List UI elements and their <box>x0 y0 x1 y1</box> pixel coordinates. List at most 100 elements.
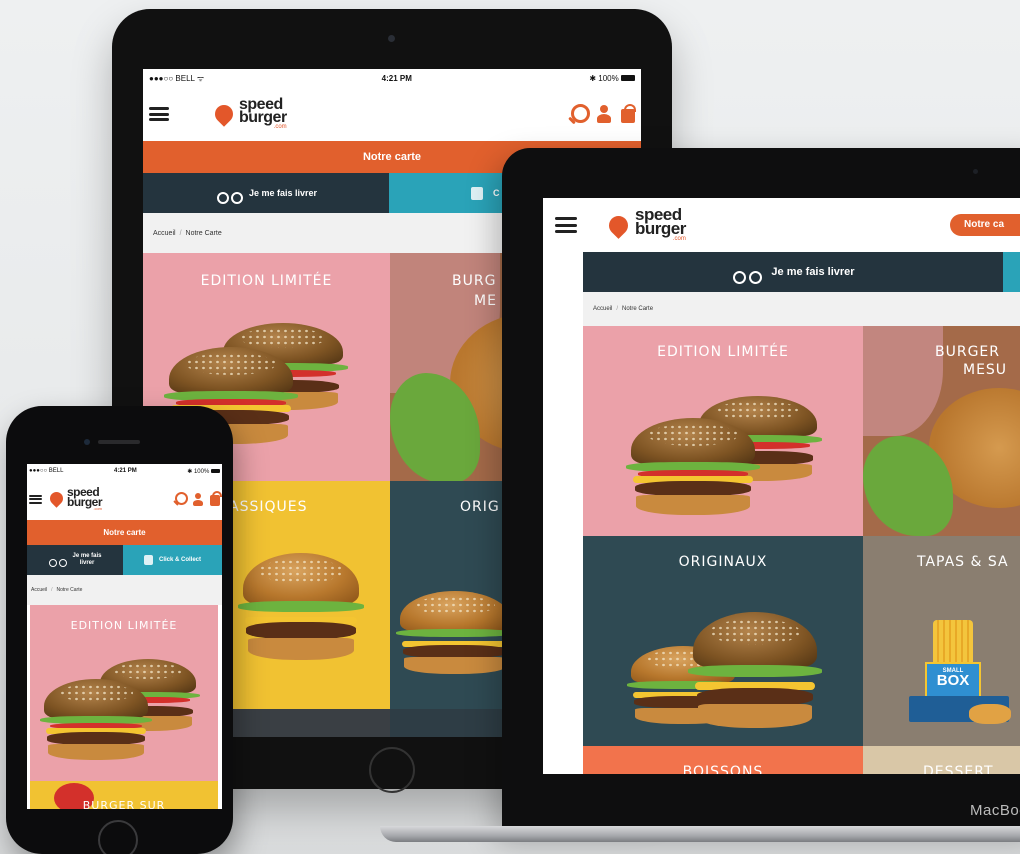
burger-image <box>238 553 364 663</box>
mac-collect-button[interactable] <box>1003 252 1020 292</box>
ipad-camera <box>388 35 395 42</box>
search-icon[interactable]: #ipad .search-ic::before{left:4px;top:0;… <box>567 104 590 124</box>
scooter-icon: #ipad .scooter-ic::before{left:2px;top:6… <box>215 186 243 204</box>
macbook-screen: speed burger .com Notre ca #mac .scooter… <box>543 198 1020 774</box>
mac-delivery-label: Je me fais livrer <box>771 266 855 278</box>
iphone-device: ●●●○○ BELL 4:21 PM ✱ 100% speed burger .… <box>6 406 233 854</box>
mac-menu-icon[interactable] <box>555 217 577 233</box>
tile-title: EDITION LIMITÉE <box>657 344 789 360</box>
ipad-time: 4:21 PM <box>381 73 412 83</box>
iphone-screen: ●●●○○ BELL 4:21 PM ✱ 100% speed burger .… <box>27 464 222 809</box>
iphone-delivery-row: #iphone .scooter-ic::before{left:1px;top… <box>27 545 222 575</box>
ipad-battery: ✱ 100% <box>589 74 635 83</box>
iphone-battery: 100% <box>193 468 210 475</box>
logo-suffix: .com <box>93 506 103 512</box>
tile-title: BOISSONS <box>682 764 764 774</box>
burger-image <box>395 591 515 677</box>
tile-burger-sur-mesure[interactable]: BURGER SUR <box>30 781 218 809</box>
iphone-category-grid: EDITION LIMITÉE BURGER SUR <box>30 605 222 809</box>
tile-originaux[interactable]: ORIGINAUX <box>583 536 863 746</box>
logo-line2: burger <box>239 109 287 127</box>
tile-title: BURGER SUR <box>82 799 166 809</box>
ipad-logo[interactable]: speed burger .com <box>211 97 287 131</box>
tile-tapas-salades[interactable]: TAPAS & SA SMALL BOX <box>863 536 1020 746</box>
burger-image <box>39 679 153 763</box>
breadcrumb-home[interactable]: Accueil <box>153 230 176 237</box>
tile-edition-limitee[interactable]: EDITION LIMITÉE <box>583 326 863 536</box>
tile-edition-limitee[interactable]: EDITION LIMITÉE <box>30 605 218 781</box>
logo-suffix: .com <box>273 124 287 131</box>
macbook-device: speed burger .com Notre ca #mac .scooter… <box>502 148 1020 831</box>
macbook-lid: speed burger .com Notre ca #mac .scooter… <box>502 148 1020 831</box>
iphone-delivery-button[interactable]: #iphone .scooter-ic::before{left:1px;top… <box>27 545 123 575</box>
tile-title: ORIGINAUX <box>678 554 768 570</box>
tile-title: ASSIQUES <box>229 499 308 515</box>
ipad-collect-label: C <box>493 188 500 198</box>
user-icon[interactable] <box>597 105 611 123</box>
iphone-camera <box>84 439 90 445</box>
tile-title: BURGER <box>935 344 1001 360</box>
mac-delivery-row: #mac .scooter-ic::before{left:2px;top:7p… <box>583 252 1020 292</box>
logo-pin-icon <box>605 211 632 239</box>
iphone-collect-label: Click & Collect <box>158 557 201 563</box>
logo-suffix: .com <box>672 235 686 242</box>
ipad-menu-icon[interactable] <box>149 107 169 121</box>
iphone-collect-button[interactable]: Click & Collect <box>123 545 222 575</box>
ipad-home-button[interactable] <box>369 747 415 793</box>
burger-image <box>626 418 760 518</box>
mac-delivery-button[interactable]: #mac .scooter-ic::before{left:2px;top:7p… <box>583 252 1003 292</box>
tile-title: EDITION LIMITÉE <box>200 273 333 289</box>
ipad-delivery-button[interactable]: #ipad .scooter-ic::before{left:2px;top:6… <box>143 173 389 213</box>
burger-image <box>688 612 822 732</box>
tile-title: TAPAS & SA <box>917 554 1009 570</box>
ipad-site-header: speed burger .com #ipad .search-ic::befo… <box>143 87 641 141</box>
iphone-delivery-label-l1: Je me fais <box>72 552 102 559</box>
breadcrumb-current: Notre Carte <box>56 587 83 593</box>
tile-burger-sur-mesure[interactable]: BURGER MESU <box>863 326 1020 536</box>
macbook-brand-label: MacBoo <box>970 802 1020 819</box>
logo-pin-icon <box>47 489 66 509</box>
cart-icon[interactable] <box>621 104 636 123</box>
macbook-base <box>380 826 1020 842</box>
iphone-header-icons: #iphone .search-ic::before{left:3px;top:… <box>172 490 222 506</box>
ipad-status-bar: ●●●○○ BELL ᯤ 4:21 PM ✱ 100% <box>143 69 641 87</box>
iphone-breadcrumb: Accueil / Notre Carte <box>27 575 222 605</box>
mac-site-header: speed burger .com Notre ca <box>543 198 1020 252</box>
scooter-icon: #iphone .scooter-ic::before{left:1px;top… <box>48 555 68 567</box>
tile-desserts[interactable]: DESSERT <box>863 746 1020 774</box>
breadcrumb-current: Notre Carte <box>185 229 222 237</box>
breadcrumb-home[interactable]: Accueil <box>593 306 612 312</box>
iphone-logo[interactable]: speed burger .com <box>47 486 103 512</box>
mac-breadcrumb: Accueil / Notre Carte <box>583 292 1020 326</box>
scooter-icon: #mac .scooter-ic::before{left:2px;top:7p… <box>731 264 763 284</box>
tile-title: DESSERT <box>923 764 994 774</box>
cart-icon[interactable] <box>210 490 222 506</box>
search-icon[interactable]: #iphone .search-ic::before{left:3px;top:… <box>172 492 188 506</box>
logo-line2: burger <box>635 219 686 239</box>
tile-boissons[interactable]: BOISSONS <box>583 746 863 774</box>
bag-icon <box>143 555 153 565</box>
iphone-site-header: speed burger .com #iphone .search-ic::be… <box>27 478 222 520</box>
iphone-time: 4:21 PM <box>114 468 137 474</box>
iphone-delivery-label-l2: livrer <box>79 560 95 566</box>
macbook-camera <box>973 169 978 174</box>
user-icon[interactable] <box>193 492 203 506</box>
iphone-status-bar: ●●●○○ BELL 4:21 PM ✱ 100% <box>27 464 222 478</box>
breadcrumb-home[interactable]: Accueil <box>31 587 47 593</box>
iphone-speaker <box>98 440 140 444</box>
mac-category-grid: EDITION LIMITÉE BURGER MESU ORIGINAUX TA… <box>583 326 1020 774</box>
ipad-carrier: ●●●○○ BELL ᯤ <box>149 73 205 83</box>
breadcrumb-current: Notre Carte <box>622 306 654 312</box>
mac-nav-notre-carte[interactable]: Notre ca <box>950 214 1020 236</box>
tile-title-line2: MESU <box>963 362 1008 378</box>
tile-title: EDITION LIMITÉE <box>70 619 178 632</box>
mac-logo[interactable]: speed burger .com <box>605 206 686 242</box>
logo-pin-icon <box>211 101 237 127</box>
ipad-header-icons: #ipad .search-ic::before{left:4px;top:0;… <box>567 104 636 124</box>
iphone-carrier: BELL <box>48 468 64 474</box>
iphone-nav-notre-carte[interactable]: Notre carte <box>27 520 222 545</box>
iphone-menu-icon[interactable] <box>29 494 42 504</box>
ipad-delivery-label: Je me fais livrer <box>248 188 318 198</box>
iphone-home-button[interactable] <box>98 820 138 854</box>
bag-icon <box>471 186 483 200</box>
